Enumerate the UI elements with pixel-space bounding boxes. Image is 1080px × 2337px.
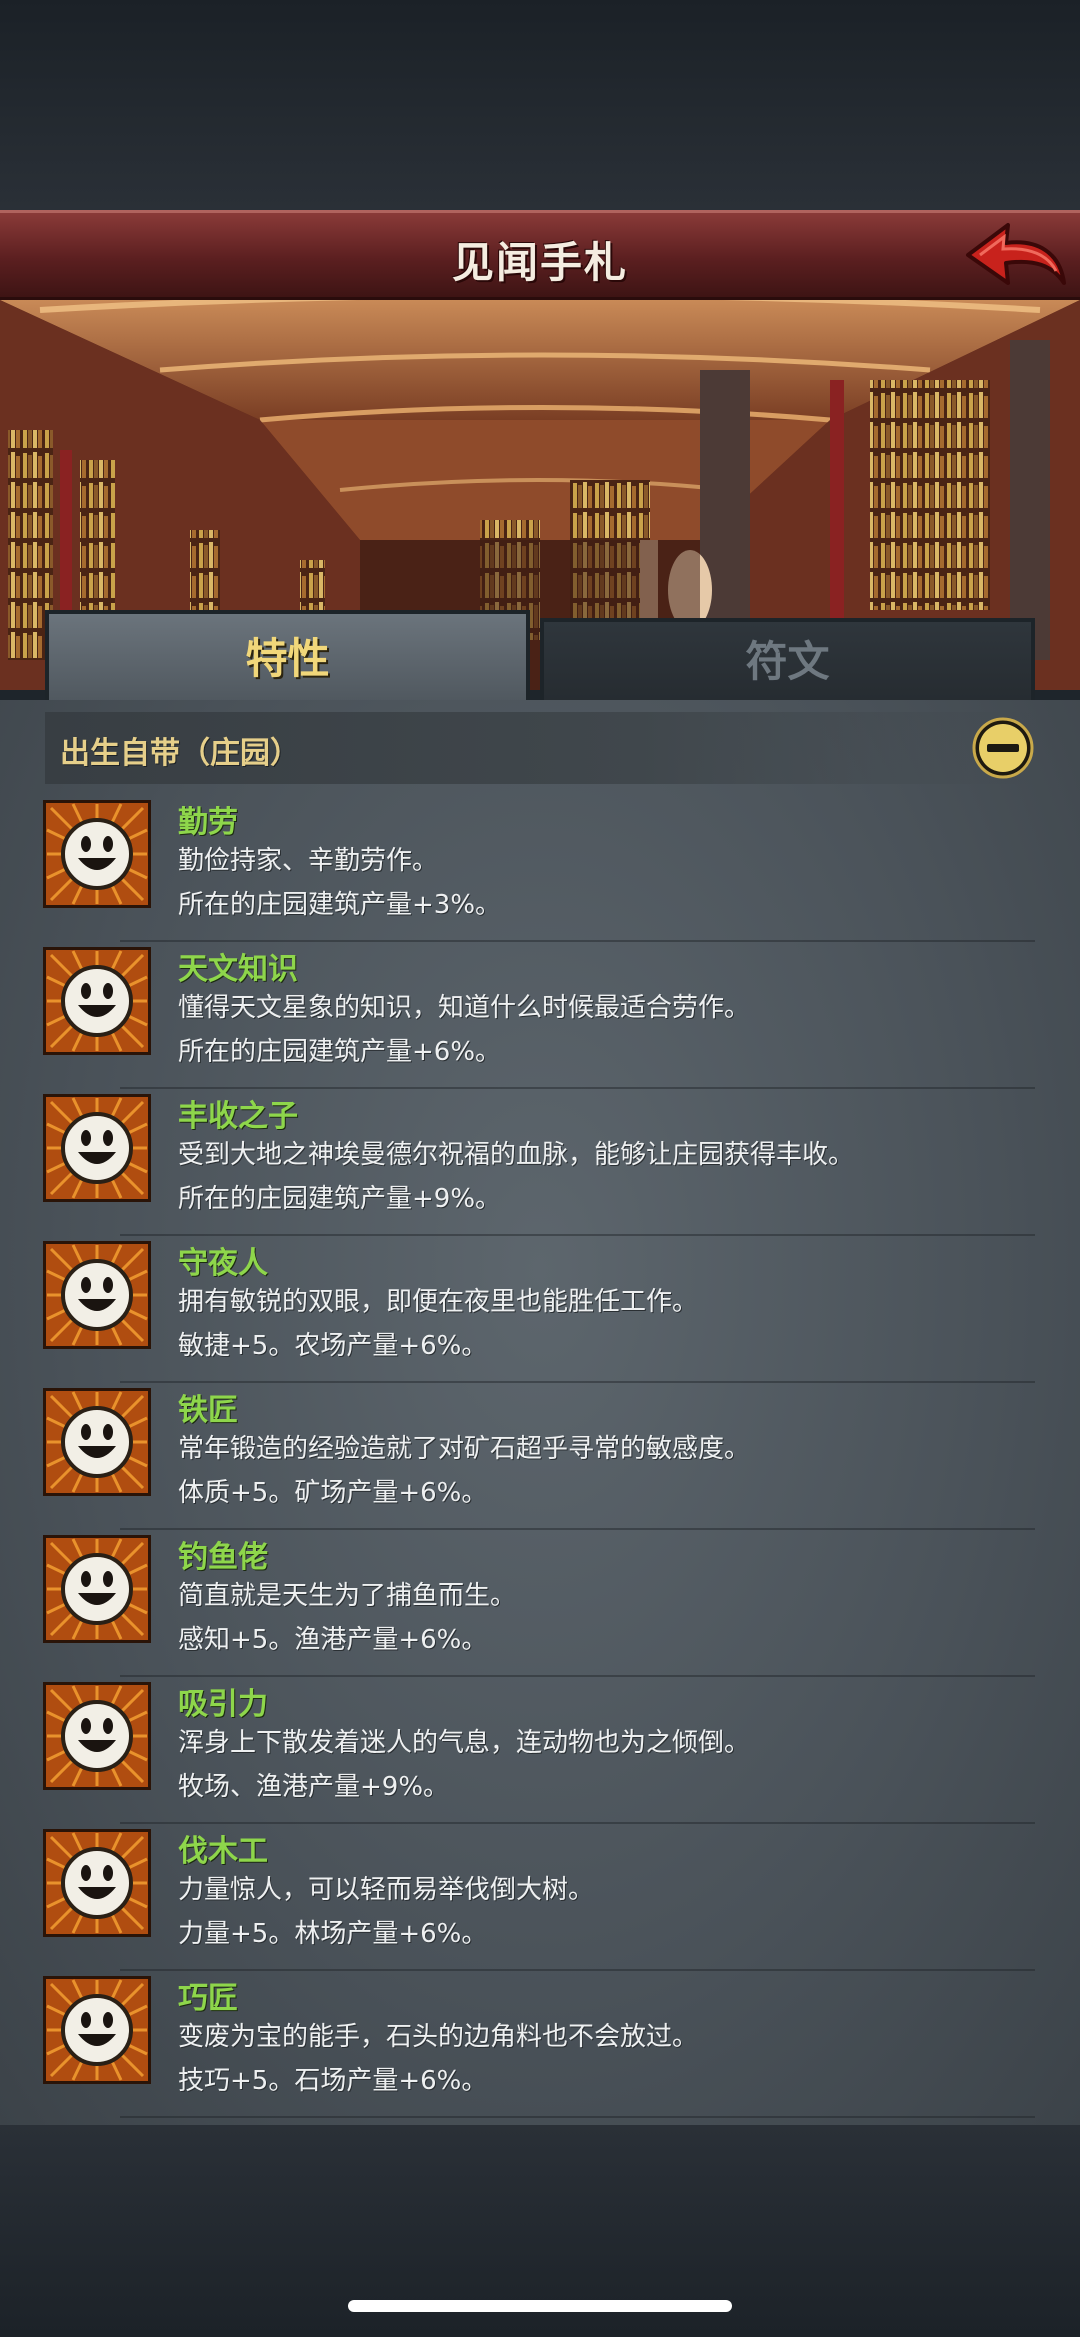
tab-runes[interactable]: 符文: [540, 618, 1035, 700]
trait-name: 伐木工: [178, 1834, 268, 1869]
smiley-face-icon: [43, 1976, 151, 2084]
trait-name: 守夜人: [178, 1246, 268, 1281]
trait-row[interactable]: 天文知识 懂得天文星象的知识，知道什么时候最适合劳作。 所在的庄园建筑产量+6%…: [0, 942, 1080, 1089]
trait-description: 常年锻造的经验造就了对矿石超乎寻常的敏感度。: [178, 1434, 751, 1464]
trait-description: 拥有敏锐的双眼，即便在夜里也能胜任工作。: [178, 1287, 699, 1317]
trait-effect: 感知+5。渔港产量+6%。: [178, 1625, 488, 1655]
trait-row[interactable]: 丰收之子 受到大地之神埃曼德尔祝福的血脉，能够让庄园获得丰收。 所在的庄园建筑产…: [0, 1089, 1080, 1236]
trait-description: 浑身上下散发着迷人的气息，连动物也为之倾倒。: [178, 1728, 751, 1758]
tab-traits[interactable]: 特性: [45, 610, 530, 705]
section-header[interactable]: 出生自带（庄园）: [45, 712, 1035, 784]
back-button[interactable]: [960, 217, 1070, 297]
trait-name: 铁匠: [178, 1393, 238, 1428]
smiley-face-icon: [43, 947, 151, 1055]
trait-description: 勤俭持家、辛勤劳作。: [178, 846, 439, 876]
trait-name: 勤劳: [178, 805, 238, 840]
smiley-face-icon: [43, 1241, 151, 1349]
tab-bar: 特性 符文: [45, 610, 1035, 705]
smiley-face-icon: [43, 800, 151, 908]
trait-name: 丰收之子: [178, 1099, 298, 1134]
trait-effect: 技巧+5。石场产量+6%。: [178, 2066, 488, 2096]
trait-row[interactable]: 吸引力 浑身上下散发着迷人的气息，连动物也为之倾倒。 牧场、渔港产量+9%。: [0, 1677, 1080, 1824]
smiley-face-icon: [43, 1682, 151, 1790]
section-title: 出生自带（庄园）: [60, 736, 300, 771]
trait-effect: 所在的庄园建筑产量+3%。: [178, 890, 502, 920]
trait-row[interactable]: 巧匠 变废为宝的能手，石头的边角料也不会放过。 技巧+5。石场产量+6%。: [0, 1971, 1080, 2118]
trait-effect: 力量+5。林场产量+6%。: [178, 1919, 488, 1949]
trait-effect: 敏捷+5。农场产量+6%。: [178, 1331, 488, 1361]
home-indicator[interactable]: [348, 2300, 732, 2312]
page-title: 见闻手札: [451, 238, 628, 287]
title-bar: 见闻手札: [0, 210, 1080, 300]
trait-effect: 牧场、渔港产量+9%。: [178, 1772, 450, 1802]
trait-description: 力量惊人，可以轻而易举伐倒大树。: [178, 1875, 595, 1905]
trait-name: 钓鱼佬: [178, 1540, 268, 1575]
status-area-background: [0, 0, 1080, 210]
trait-row[interactable]: 钓鱼佬 简直就是天生为了捕鱼而生。 感知+5。渔港产量+6%。: [0, 1530, 1080, 1677]
trait-description: 受到大地之神埃曼德尔祝福的血脉，能够让庄园获得丰收。: [178, 1140, 855, 1170]
trait-effect: 体质+5。矿场产量+6%。: [178, 1478, 488, 1508]
minus-circle-icon: [972, 717, 1034, 779]
trait-row[interactable]: 勤劳 勤俭持家、辛勤劳作。 所在的庄园建筑产量+3%。: [0, 795, 1080, 942]
trait-effect: 所在的庄园建筑产量+6%。: [178, 1037, 502, 1067]
trait-list: 勤劳 勤俭持家、辛勤劳作。 所在的庄园建筑产量+3%。 天文知识 懂得天文星象的…: [0, 795, 1080, 2118]
trait-name: 巧匠: [178, 1981, 238, 2016]
trait-description: 懂得天文星象的知识，知道什么时候最适合劳作。: [178, 993, 751, 1023]
smiley-face-icon: [43, 1388, 151, 1496]
smiley-face-icon: [43, 1829, 151, 1937]
smiley-face-icon: [43, 1094, 151, 1202]
smiley-face-icon: [43, 1535, 151, 1643]
traits-panel: 出生自带（庄园） 勤劳 勤俭持家、辛勤劳作。 所在的庄园建筑产量+3%。 天文知…: [0, 700, 1080, 2125]
trait-row[interactable]: 伐木工 力量惊人，可以轻而易举伐倒大树。 力量+5。林场产量+6%。: [0, 1824, 1080, 1971]
trait-name: 天文知识: [178, 952, 298, 987]
trait-row[interactable]: 守夜人 拥有敏锐的双眼，即便在夜里也能胜任工作。 敏捷+5。农场产量+6%。: [0, 1236, 1080, 1383]
trait-description: 简直就是天生为了捕鱼而生。: [178, 1581, 517, 1611]
trait-effect: 所在的庄园建筑产量+9%。: [178, 1184, 502, 1214]
trait-name: 吸引力: [178, 1687, 268, 1722]
trait-description: 变废为宝的能手，石头的边角料也不会放过。: [178, 2022, 699, 2052]
trait-row[interactable]: 铁匠 常年锻造的经验造就了对矿石超乎寻常的敏感度。 体质+5。矿场产量+6%。: [0, 1383, 1080, 1530]
collapse-button[interactable]: [971, 716, 1035, 780]
back-arrow-icon: [966, 223, 1066, 285]
